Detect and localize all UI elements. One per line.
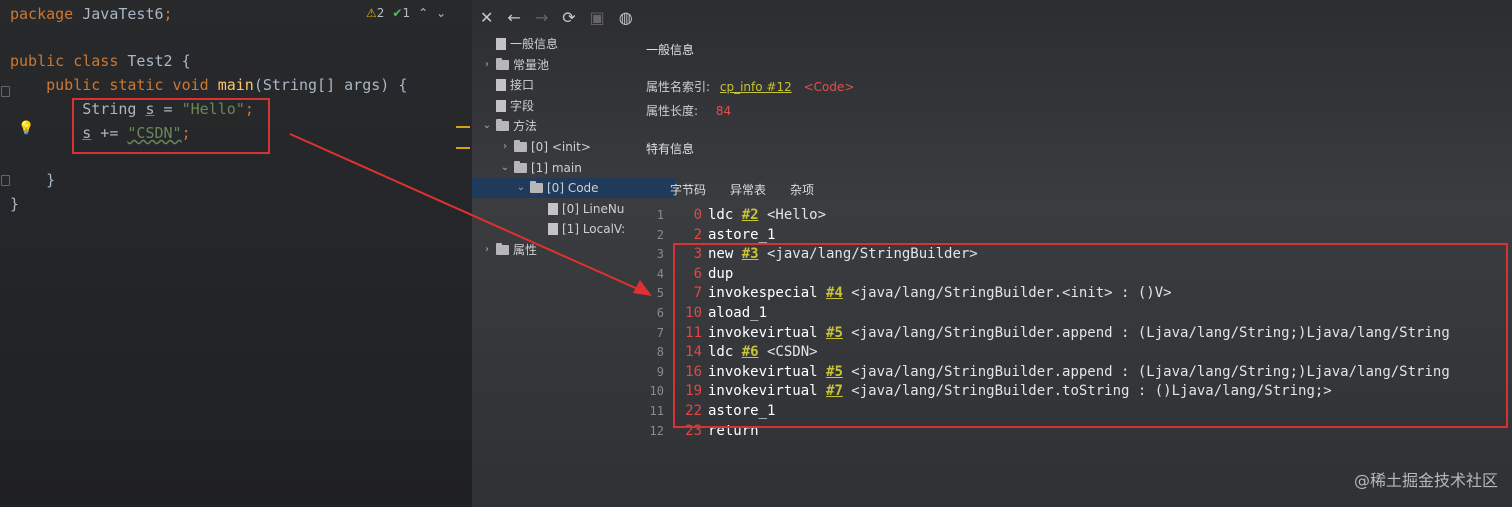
annotation-arrow: [289, 133, 652, 296]
app-window: ⚠2 ✔1 ⌃ ⌄ package JavaTest6; public class…: [0, 0, 1512, 507]
watermark: @稀土掘金技术社区: [1353, 471, 1498, 490]
